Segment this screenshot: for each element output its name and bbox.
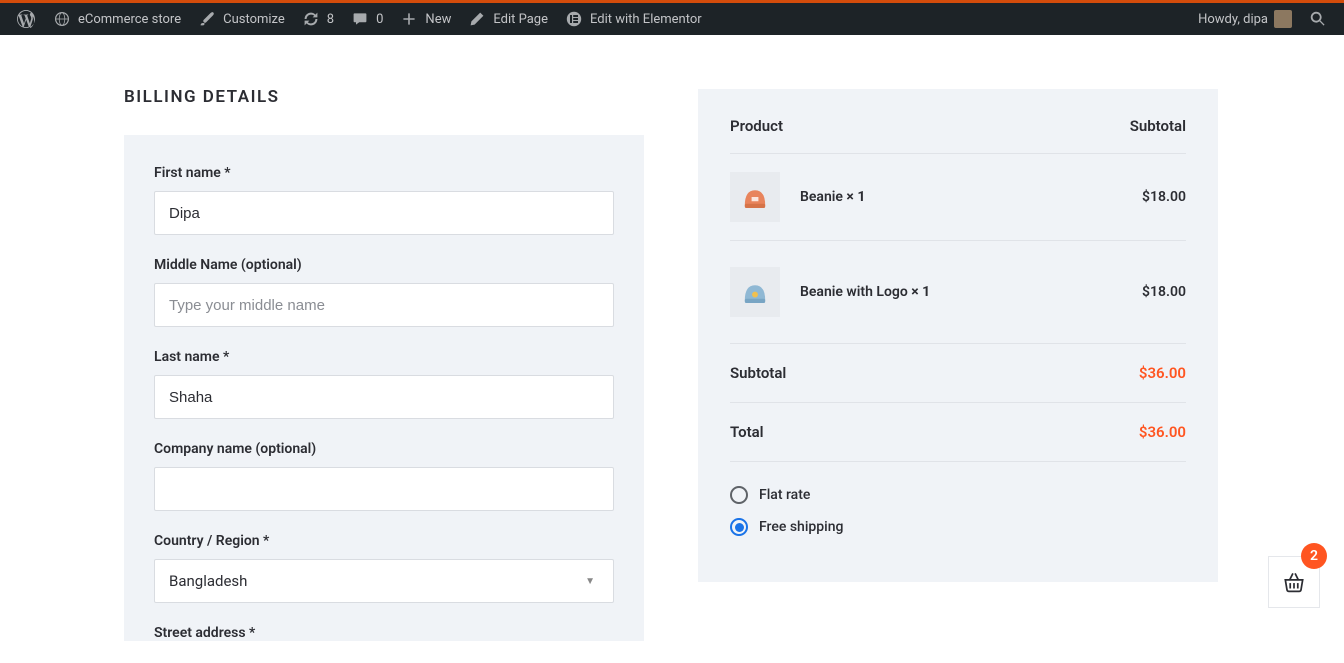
floating-cart-button[interactable]: 2	[1268, 556, 1320, 608]
basket-icon	[1281, 569, 1307, 595]
shipping-options: Flat rate Free shipping	[730, 462, 1186, 536]
home-icon	[52, 9, 72, 29]
checkout-content: BILLING DETAILS First name * Middle Name…	[0, 35, 1344, 663]
subtotal-header: Subtotal	[1130, 117, 1186, 135]
item-name: Beanie × 1	[800, 189, 1142, 205]
billing-column: BILLING DETAILS First name * Middle Name…	[124, 87, 644, 663]
company-label: Company name (optional)	[154, 441, 614, 457]
item-price: $18.00	[1142, 284, 1186, 300]
shipping-free[interactable]: Free shipping	[730, 518, 1186, 536]
updates-link[interactable]: 8	[293, 3, 342, 35]
first-name-input[interactable]	[154, 191, 614, 235]
brush-icon	[197, 9, 217, 29]
plus-icon	[399, 9, 419, 29]
subtotal-row: Subtotal $36.00	[730, 344, 1186, 403]
total-value: $36.00	[1139, 423, 1186, 441]
country-select[interactable]: Bangladesh ▼	[154, 559, 614, 603]
middle-name-input[interactable]	[154, 283, 614, 327]
item-name: Beanie with Logo × 1	[800, 284, 1142, 300]
comments-link[interactable]: 0	[342, 3, 391, 35]
elementor-icon	[564, 9, 584, 29]
order-item: Beanie with Logo × 1 $18.00	[730, 241, 1186, 344]
shipping-flat-rate[interactable]: Flat rate	[730, 486, 1186, 504]
comments-icon	[350, 9, 370, 29]
admin-bar-left: eCommerce store Customize 8 0 New	[8, 3, 710, 35]
street-row: Street address *	[154, 625, 614, 641]
shipping-free-label: Free shipping	[759, 519, 843, 535]
wp-logo[interactable]	[8, 3, 44, 35]
site-title: eCommerce store	[78, 12, 181, 27]
first-name-row: First name *	[154, 165, 614, 235]
subtotal-value: $36.00	[1139, 364, 1186, 382]
howdy-link[interactable]: Howdy, dipa	[1190, 3, 1300, 35]
product-header: Product	[730, 117, 783, 135]
wordpress-icon	[16, 9, 36, 29]
company-input[interactable]	[154, 467, 614, 511]
admin-bar-right: Howdy, dipa	[1190, 3, 1336, 35]
edit-elementor-link[interactable]: Edit with Elementor	[556, 3, 710, 35]
product-thumb	[730, 172, 780, 222]
cart-badge: 2	[1301, 543, 1327, 569]
item-price: $18.00	[1142, 189, 1186, 205]
middle-name-row: Middle Name (optional)	[154, 257, 614, 327]
new-label: New	[425, 12, 451, 27]
avatar	[1274, 10, 1292, 28]
howdy-label: Howdy, dipa	[1198, 12, 1268, 27]
street-label: Street address *	[154, 625, 614, 641]
order-item: Beanie × 1 $18.00	[730, 154, 1186, 241]
comments-count: 0	[376, 12, 383, 27]
order-header: Product Subtotal	[730, 117, 1186, 154]
product-thumb	[730, 267, 780, 317]
country-label: Country / Region *	[154, 533, 614, 549]
company-row: Company name (optional)	[154, 441, 614, 511]
edit-page-label: Edit Page	[493, 12, 548, 27]
subtotal-label: Subtotal	[730, 364, 786, 382]
customize-label: Customize	[223, 12, 285, 27]
total-row: Total $36.00	[730, 403, 1186, 462]
order-panel: Product Subtotal Beanie × 1 $18.00 Beani…	[698, 89, 1218, 582]
shipping-flat-label: Flat rate	[759, 487, 810, 503]
updates-icon	[301, 9, 321, 29]
radio-checked-icon	[730, 518, 748, 536]
last-name-input[interactable]	[154, 375, 614, 419]
total-label: Total	[730, 423, 764, 441]
new-link[interactable]: New	[391, 3, 459, 35]
billing-panel: First name * Middle Name (optional) Last…	[124, 135, 644, 641]
radio-icon	[730, 486, 748, 504]
country-value: Bangladesh	[169, 572, 247, 590]
country-row: Country / Region * Bangladesh ▼	[154, 533, 614, 603]
last-name-row: Last name *	[154, 349, 614, 419]
edit-page-link[interactable]: Edit Page	[459, 3, 556, 35]
edit-elementor-label: Edit with Elementor	[590, 12, 702, 27]
wp-admin-bar: eCommerce store Customize 8 0 New	[0, 3, 1344, 35]
order-column: Product Subtotal Beanie × 1 $18.00 Beani…	[698, 89, 1218, 582]
pencil-icon	[467, 9, 487, 29]
middle-name-label: Middle Name (optional)	[154, 257, 614, 273]
search-icon	[1308, 9, 1328, 29]
updates-count: 8	[327, 12, 334, 27]
billing-title: BILLING DETAILS	[124, 87, 644, 107]
last-name-label: Last name *	[154, 349, 614, 365]
site-link[interactable]: eCommerce store	[44, 3, 189, 35]
first-name-label: First name *	[154, 165, 614, 181]
search-link[interactable]	[1300, 3, 1336, 35]
customize-link[interactable]: Customize	[189, 3, 293, 35]
chevron-down-icon: ▼	[585, 576, 595, 587]
